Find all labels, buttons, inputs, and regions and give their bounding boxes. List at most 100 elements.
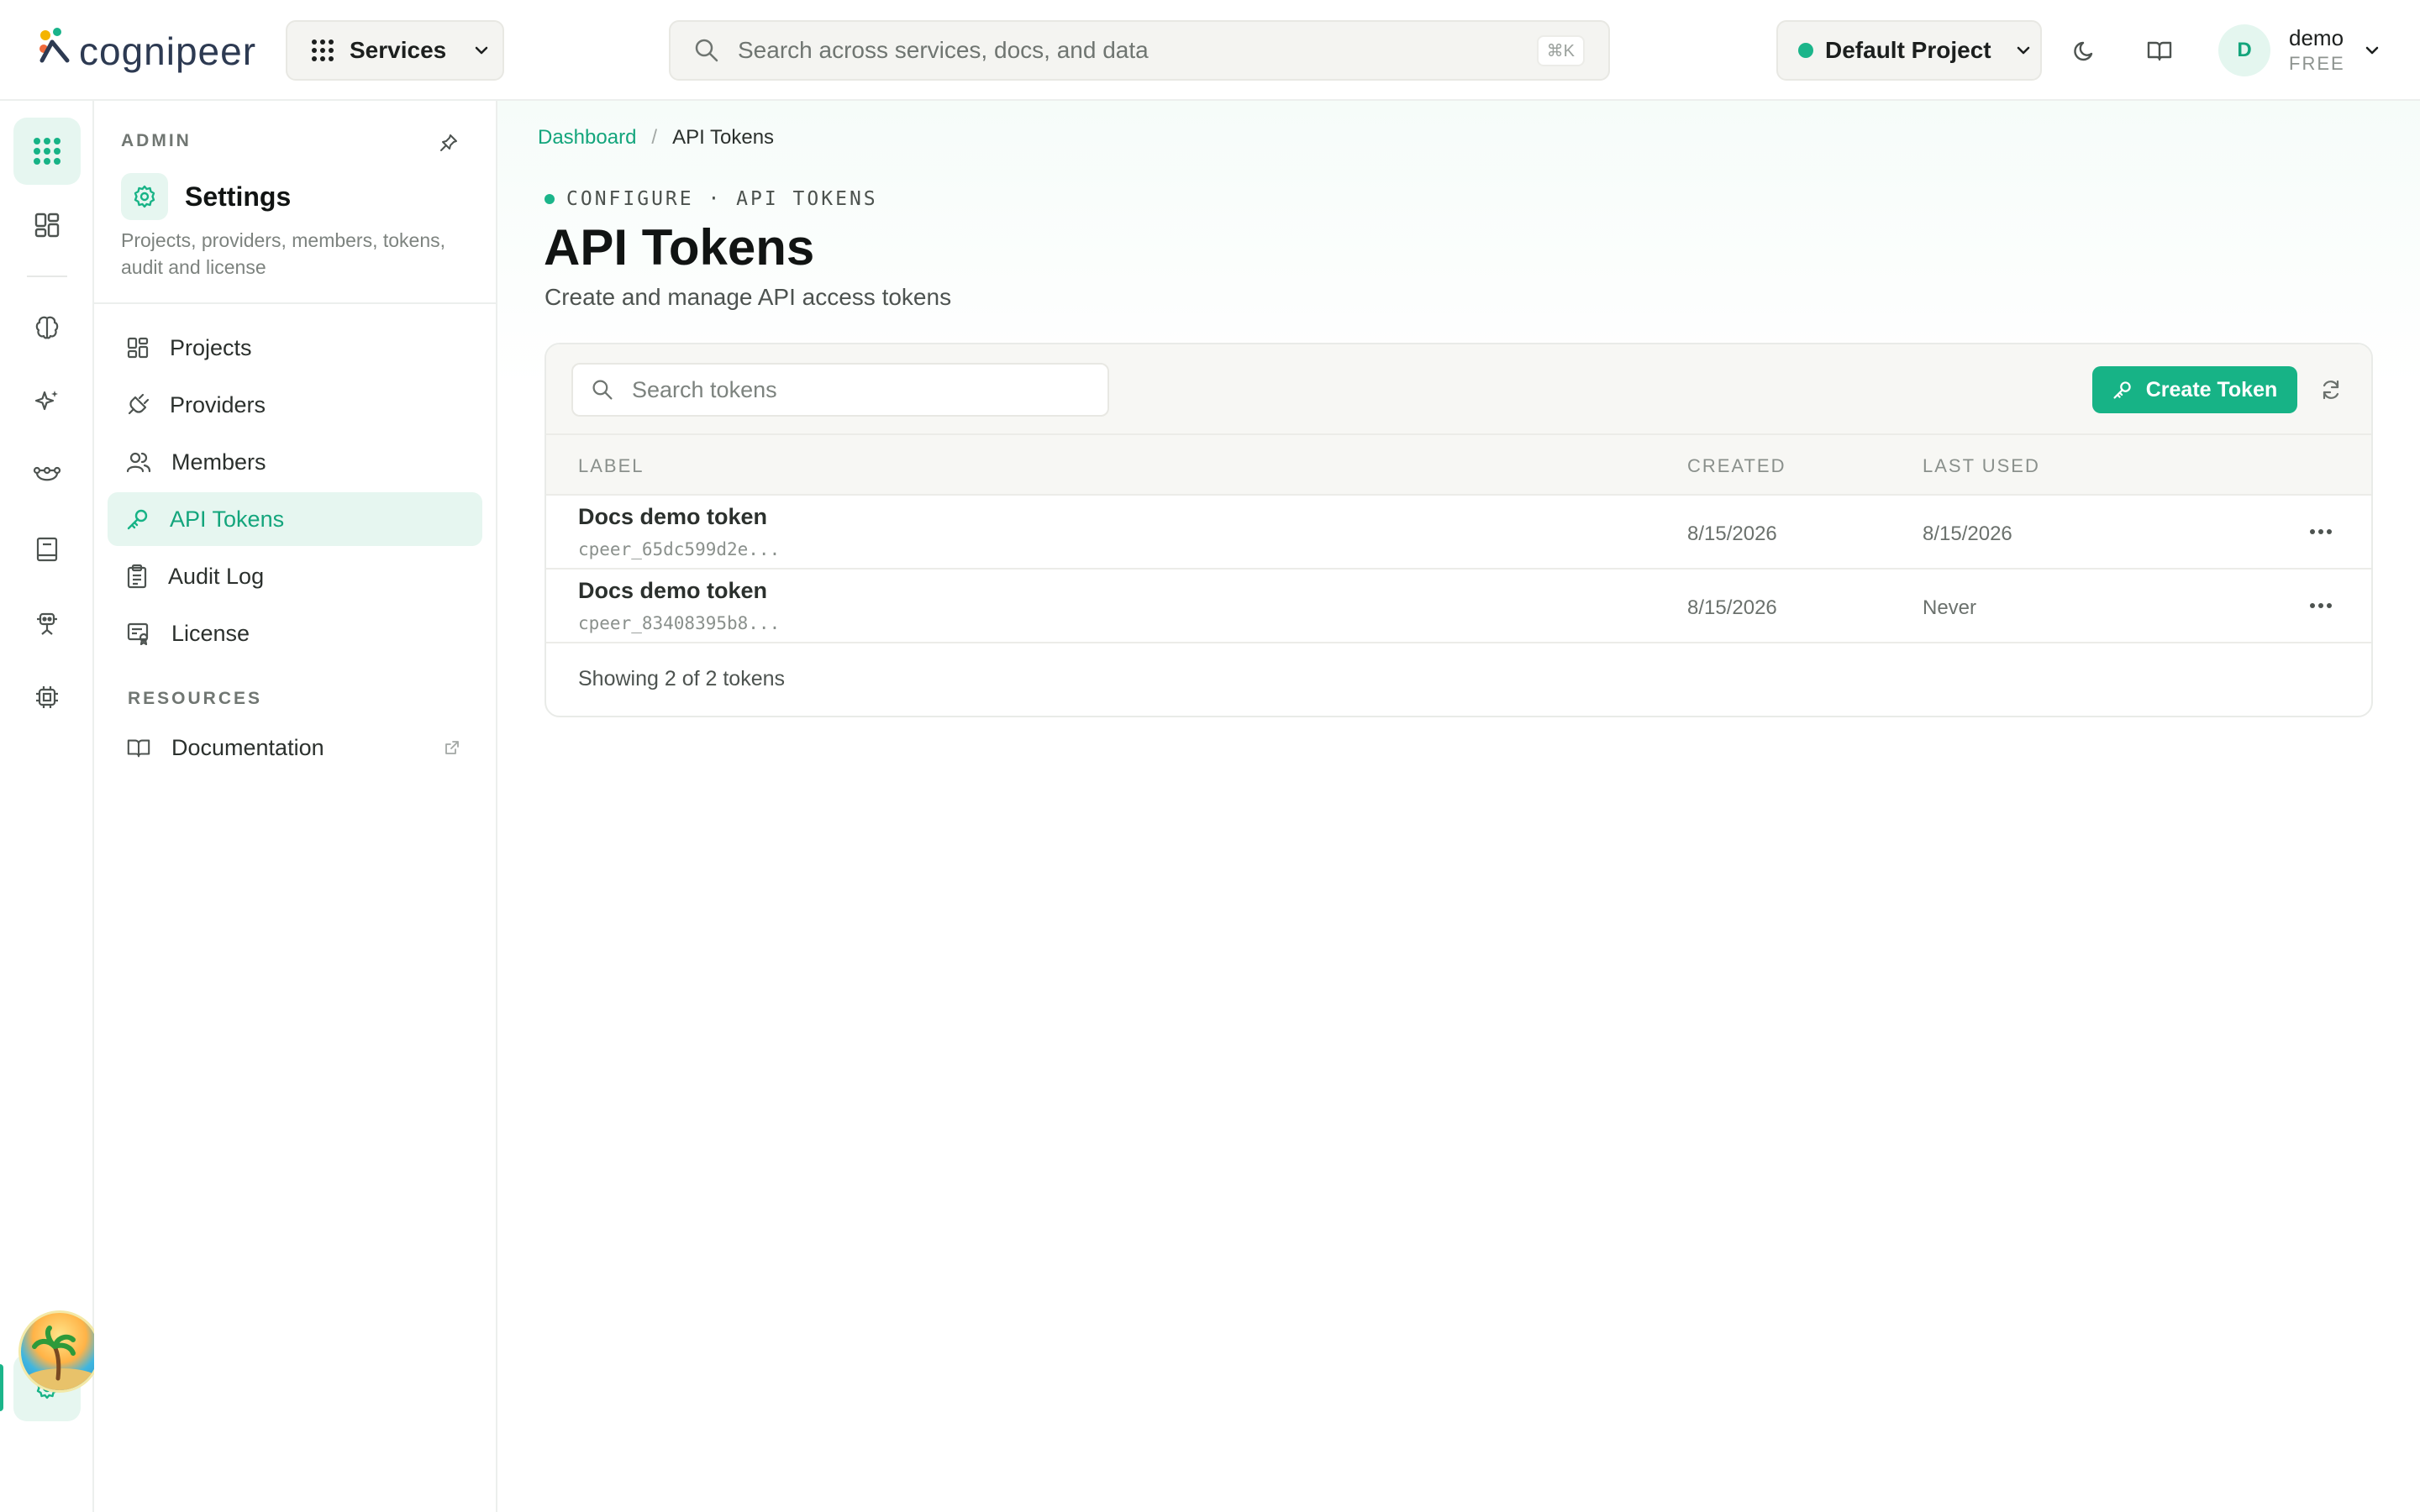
create-token-button[interactable]: Create Token bbox=[2092, 366, 2297, 413]
nav-item-audit-log[interactable]: Audit Log bbox=[108, 549, 482, 603]
table-row[interactable]: Docs demo token cpeer_83408395b8... 8/15… bbox=[546, 570, 2371, 643]
token-key: cpeer_65dc599d2e... bbox=[578, 539, 781, 559]
pin-panel-button[interactable] bbox=[439, 133, 459, 157]
table-footer-count: Showing 2 of 2 tokens bbox=[578, 667, 785, 690]
user-menu[interactable]: D demo FREE bbox=[2218, 22, 2381, 79]
settings-header: Settings bbox=[121, 173, 291, 220]
nav-item-label: Providers bbox=[170, 391, 266, 417]
panel-title: Settings bbox=[185, 181, 292, 212]
global-search-input[interactable]: Search across services, docs, and data ⌘… bbox=[669, 20, 1610, 81]
breadcrumb-current: API Tokens bbox=[672, 126, 775, 149]
breadcrumb-dashboard-link[interactable]: Dashboard bbox=[538, 126, 636, 150]
chip-icon bbox=[36, 686, 58, 708]
rail-divider bbox=[27, 276, 67, 277]
token-search-input[interactable]: Search tokens bbox=[571, 363, 1109, 417]
page-subtitle: Create and manage API access tokens bbox=[544, 284, 952, 310]
logo-mark-icon bbox=[39, 28, 70, 63]
nav-item-label: License bbox=[171, 620, 250, 646]
apps-grid-icon bbox=[34, 138, 60, 165]
docs-button[interactable] bbox=[2133, 24, 2186, 77]
key-icon bbox=[127, 509, 148, 530]
row-actions-button[interactable] bbox=[2304, 519, 2338, 544]
apps-grid-icon bbox=[312, 39, 334, 61]
table-row[interactable]: Docs demo token cpeer_65dc599d2e... 8/15… bbox=[546, 496, 2371, 570]
tokens-toolbar: Search tokens Create Token bbox=[546, 344, 2371, 435]
cognipeer-logo[interactable]: cognipeer bbox=[34, 22, 256, 76]
rail-knowledge[interactable] bbox=[13, 516, 81, 583]
book-open-icon bbox=[127, 739, 150, 758]
global-search-placeholder: Search across services, docs, and data bbox=[738, 37, 1149, 63]
column-header-last-used[interactable]: LAST USED bbox=[1923, 455, 2040, 477]
nav-item-label: API Tokens bbox=[170, 506, 285, 532]
panel-description: Projects, providers, members, tokens, au… bbox=[121, 229, 446, 278]
nav-item-providers[interactable]: Providers bbox=[108, 378, 482, 432]
rail-apps[interactable] bbox=[13, 118, 81, 185]
search-shortcut-badge: ⌘K bbox=[1536, 34, 1585, 66]
column-header-created[interactable]: CREATED bbox=[1687, 455, 1786, 477]
row-actions-button[interactable] bbox=[2304, 593, 2338, 618]
rail-active-indicator bbox=[0, 1364, 3, 1411]
nav-item-api-tokens[interactable]: API Tokens bbox=[108, 492, 482, 546]
rail-ai[interactable] bbox=[13, 368, 81, 435]
pin-icon bbox=[440, 134, 457, 151]
flow-icon bbox=[33, 466, 61, 481]
breadcrumb: Dashboard / API Tokens bbox=[538, 126, 774, 150]
token-last-used: 8/15/2026 bbox=[1923, 522, 2012, 545]
top-bar: cognipeer Services Search across service… bbox=[0, 0, 2420, 101]
sparkles-icon bbox=[34, 391, 58, 411]
clipboard-icon bbox=[127, 564, 147, 589]
theme-toggle-button[interactable] bbox=[2059, 24, 2112, 77]
nav-item-label: Members bbox=[171, 449, 266, 475]
more-horizontal-icon bbox=[2310, 603, 2332, 608]
icon-rail bbox=[0, 101, 94, 1512]
create-token-label: Create Token bbox=[2145, 377, 2278, 402]
user-info: demo FREE bbox=[2289, 24, 2345, 76]
chevron-down-icon bbox=[2365, 46, 2378, 55]
nav-item-projects[interactable]: Projects bbox=[108, 321, 482, 375]
agent-icon bbox=[37, 612, 57, 635]
rail-infra[interactable] bbox=[13, 664, 81, 731]
rail-dashboard[interactable] bbox=[13, 192, 81, 259]
nav-item-label: Audit Log bbox=[168, 563, 265, 589]
nav-item-documentation[interactable]: Documentation bbox=[108, 721, 482, 774]
moon-icon bbox=[2074, 41, 2093, 61]
project-label: Default Project bbox=[1825, 37, 1991, 63]
eyebrow-text: CONFIGURE · API TOKENS bbox=[566, 188, 878, 210]
panel-divider bbox=[94, 302, 496, 304]
book-open-icon bbox=[2147, 41, 2172, 61]
external-link-icon bbox=[445, 741, 459, 754]
nav-item-label: Documentation bbox=[171, 734, 324, 760]
settings-icon bbox=[121, 173, 168, 220]
logo-text: cognipeer bbox=[79, 29, 257, 73]
token-label: Docs demo token bbox=[578, 578, 768, 603]
services-menu-button[interactable]: Services bbox=[286, 20, 504, 81]
nav-item-members[interactable]: Members bbox=[108, 435, 482, 489]
column-header-label[interactable]: LABEL bbox=[578, 455, 644, 477]
resources-section-label: RESOURCES bbox=[128, 689, 263, 708]
nav-item-label: Projects bbox=[170, 334, 252, 360]
refresh-button[interactable] bbox=[2314, 373, 2348, 407]
search-icon bbox=[695, 39, 718, 62]
settings-panel: ADMIN Settings Projects, providers, memb… bbox=[94, 101, 497, 1512]
user-plan-badge: FREE bbox=[2289, 53, 2345, 74]
more-horizontal-icon bbox=[2310, 529, 2332, 534]
page-eyebrow: CONFIGURE · API TOKENS bbox=[544, 188, 878, 210]
tokens-card: Search tokens Create Token LABEL CREATED… bbox=[544, 343, 2373, 717]
project-selector[interactable]: Default Project bbox=[1776, 20, 2042, 81]
nav-item-license[interactable]: License bbox=[108, 606, 482, 660]
key-icon bbox=[2113, 381, 2131, 399]
main-content: Dashboard / API Tokens CONFIGURE · API T… bbox=[497, 101, 2420, 1512]
rail-agents[interactable] bbox=[13, 590, 81, 657]
user-mascot-avatar[interactable] bbox=[18, 1310, 101, 1393]
token-last-used: Never bbox=[1923, 596, 1977, 619]
dashboard-icon bbox=[34, 213, 60, 238]
page-title: API Tokens bbox=[544, 219, 815, 276]
table-header: LABEL CREATED LAST USED bbox=[546, 435, 2371, 496]
breadcrumb-separator: / bbox=[651, 126, 658, 149]
members-icon bbox=[126, 452, 151, 473]
rail-flows[interactable] bbox=[13, 442, 81, 509]
token-search-placeholder: Search tokens bbox=[632, 376, 777, 402]
eyebrow-dot bbox=[544, 194, 555, 204]
brain-icon bbox=[35, 316, 59, 339]
rail-models[interactable] bbox=[13, 294, 81, 361]
